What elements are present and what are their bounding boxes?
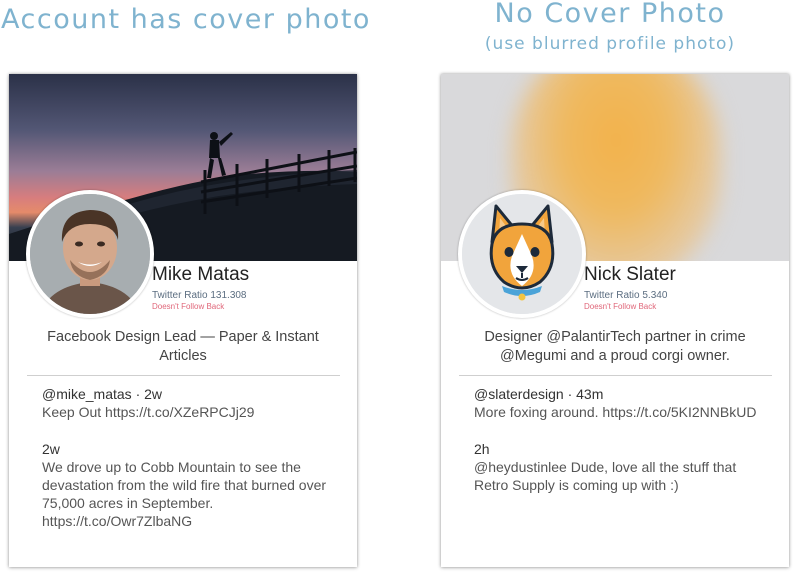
heading-no-cover-subtitle: (use blurred profile photo) — [484, 34, 736, 54]
tweet[interactable]: 2w We drove up to Cobb Mountain to see t… — [42, 440, 332, 530]
avatar[interactable] — [26, 190, 154, 318]
tweet-list: @slaterdesign · 43m More foxing around. … — [474, 385, 764, 513]
tweet-text: @heydustinlee Dude, love all the stuff t… — [474, 459, 737, 493]
twitter-ratio: Twitter Ratio 131.308 — [152, 290, 247, 301]
tweet-list: @mike_matas · 2w Keep Out https://t.co/X… — [42, 385, 332, 549]
profile-card-with-cover[interactable]: Mike Matas Twitter Ratio 131.308 Doesn't… — [9, 74, 357, 567]
tweet-text: Keep Out https://t.co/XZeRPCJj29 — [42, 404, 255, 420]
profile-photo-icon — [30, 194, 150, 314]
profile-name[interactable]: Mike Matas — [152, 264, 249, 286]
tweet-meta: 2h — [474, 441, 490, 457]
twitter-ratio: Twitter Ratio 5.340 — [584, 290, 668, 301]
tweet[interactable]: @slaterdesign · 43m More foxing around. … — [474, 385, 764, 421]
profile-name[interactable]: Nick Slater — [584, 264, 676, 286]
heading-has-cover: Account has cover photo — [1, 4, 371, 35]
tweet[interactable]: @mike_matas · 2w Keep Out https://t.co/X… — [42, 385, 332, 421]
divider — [459, 375, 772, 376]
profile-bio: Designer @PalantirTech partner in crime … — [484, 329, 746, 364]
tweet-meta: 2w — [42, 441, 60, 457]
profile-bio: Facebook Design Lead — Paper & Instant A… — [47, 329, 319, 364]
divider — [27, 375, 340, 376]
tweet-text: We drove up to Cobb Mountain to see the … — [42, 459, 327, 529]
tweet-meta: @slaterdesign · 43m — [474, 386, 604, 402]
follow-status: Doesn't Follow Back — [584, 302, 657, 311]
corgi-icon — [462, 194, 582, 314]
avatar[interactable] — [458, 190, 586, 318]
tweet-meta: @mike_matas · 2w — [42, 386, 163, 402]
follow-status: Doesn't Follow Back — [152, 302, 225, 311]
tweet-text: More foxing around. https://t.co/5KI2NNB… — [474, 404, 757, 420]
profile-card-without-cover[interactable]: Nick Slater Twitter Ratio 5.340 Doesn't … — [441, 74, 789, 567]
heading-no-cover: No Cover Photo — [494, 0, 726, 29]
tweet[interactable]: 2h @heydustinlee Dude, love all the stuf… — [474, 440, 764, 494]
